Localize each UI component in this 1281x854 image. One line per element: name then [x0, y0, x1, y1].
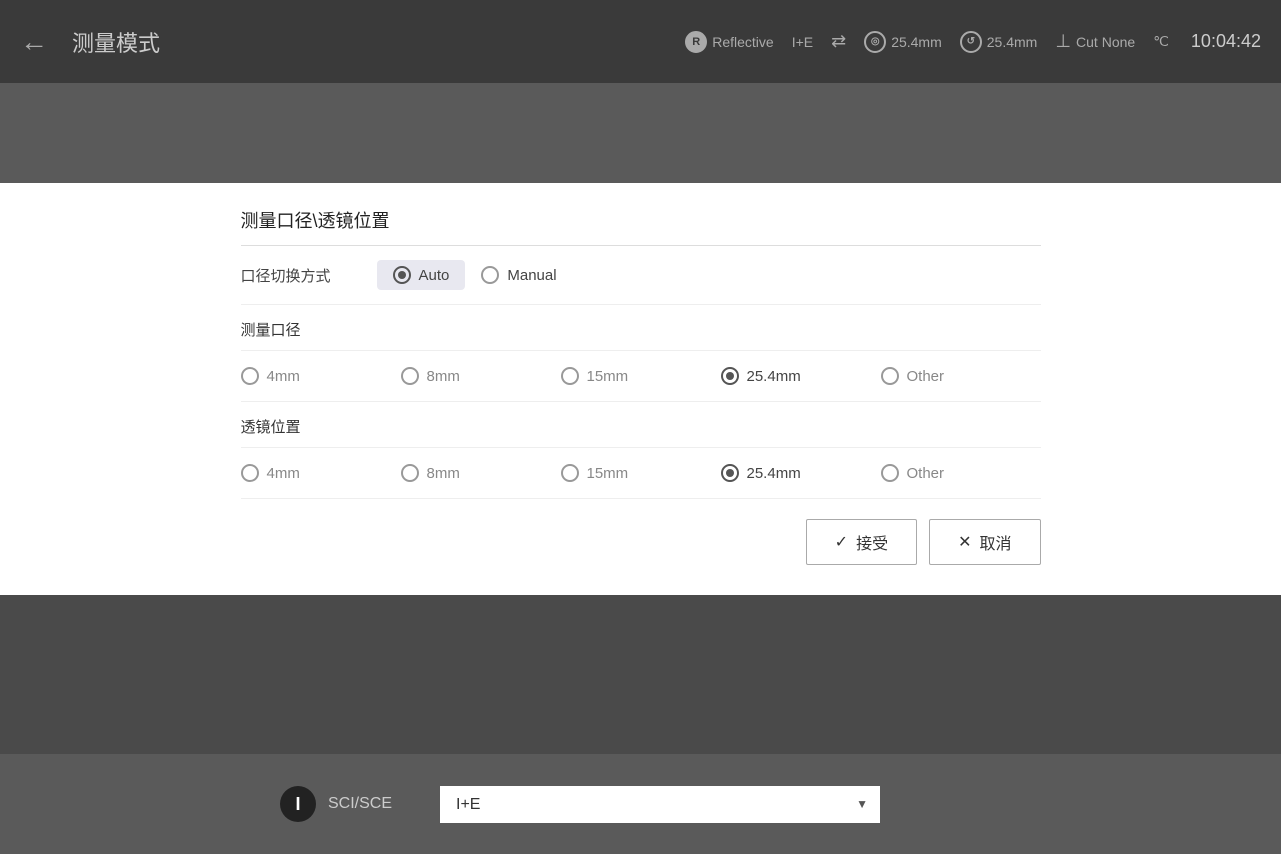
lens-4mm-radio[interactable]: [241, 464, 259, 482]
topbar: ← 测量模式 R Reflective I+E ⇄ ◎ 25.4mm ↺ 25.…: [0, 0, 1281, 83]
lens-4mm-option[interactable]: 4mm: [241, 464, 401, 482]
dialog-panel: 测量口径\透镜位置 口径切换方式 Auto Manual 测量口径 4mm: [241, 183, 1041, 595]
cancel-label: 取消: [979, 530, 1011, 554]
aperture-switch-group: Auto Manual: [377, 260, 573, 290]
lens-other-radio[interactable]: [881, 464, 899, 482]
reflective-label: Reflective: [712, 34, 773, 50]
reflective-icon: R: [685, 31, 707, 53]
middle-gray-area: [0, 83, 1281, 183]
aperture-8mm-radio[interactable]: [401, 367, 419, 385]
accept-button[interactable]: ✓ 接受: [806, 519, 917, 565]
cut-label: Cut None: [1076, 34, 1135, 50]
lens-other-option[interactable]: Other: [881, 464, 1041, 482]
accept-label: 接受: [856, 530, 888, 554]
cut-status: ⊥ Cut None: [1055, 31, 1135, 52]
auto-label: Auto: [419, 267, 450, 284]
auto-option[interactable]: Auto: [377, 260, 466, 290]
bottom-bar: I SCI/SCE I+E SCI SCE: [0, 754, 1281, 854]
aperture-4mm-radio[interactable]: [241, 367, 259, 385]
lens-25mm-option[interactable]: 25.4mm: [721, 464, 881, 482]
aperture-15mm-option[interactable]: 15mm: [561, 367, 721, 385]
lens-15mm-option[interactable]: 15mm: [561, 464, 721, 482]
aperture-15mm-radio[interactable]: [561, 367, 579, 385]
ie-dropdown-wrapper: I+E SCI SCE: [440, 786, 880, 823]
aperture-25mm-option[interactable]: 25.4mm: [721, 367, 881, 385]
aperture2-status: ↺ 25.4mm: [960, 31, 1038, 53]
aperture-4mm-option[interactable]: 4mm: [241, 367, 401, 385]
ie-status: I+E: [792, 34, 813, 50]
ie-dropdown[interactable]: I+E SCI SCE: [440, 786, 880, 823]
lens-8mm-option[interactable]: 8mm: [401, 464, 561, 482]
back-button[interactable]: ←: [20, 26, 48, 58]
aperture-other-radio[interactable]: [881, 367, 899, 385]
manual-label: Manual: [507, 267, 556, 284]
manual-option[interactable]: Manual: [465, 260, 572, 290]
action-row: ✓ 接受 ✕ 取消: [241, 499, 1041, 565]
aperture1-value: 25.4mm: [891, 34, 942, 50]
page-title: 测量模式: [72, 26, 160, 58]
aperture2-icon: ↺: [960, 31, 982, 53]
cancel-button[interactable]: ✕ 取消: [929, 519, 1040, 565]
lens-15mm-radio[interactable]: [561, 464, 579, 482]
aperture1-status: ◎ 25.4mm: [864, 31, 942, 53]
main-content: 测量口径\透镜位置 口径切换方式 Auto Manual 测量口径 4mm: [0, 183, 1281, 595]
aperture1-icon: ◎: [864, 31, 886, 53]
aperture-8mm-option[interactable]: 8mm: [401, 367, 561, 385]
usb-icon: ⇄: [831, 31, 846, 52]
aperture-other-option[interactable]: Other: [881, 367, 1041, 385]
auto-radio[interactable]: [393, 266, 411, 284]
clock-display: 10:04:42: [1191, 31, 1261, 52]
sci-icon: I: [280, 786, 316, 822]
checkmark-icon: ✓: [835, 532, 848, 552]
x-icon: ✕: [958, 532, 971, 552]
measurement-aperture-row: 4mm 8mm 15mm 25.4mm Other: [241, 351, 1041, 402]
lens-8mm-radio[interactable]: [401, 464, 419, 482]
lens-25mm-radio[interactable]: [721, 464, 739, 482]
ie-label: I+E: [792, 34, 813, 50]
temp-icon: ℃: [1153, 33, 1169, 50]
aperture2-value: 25.4mm: [987, 34, 1038, 50]
manual-radio[interactable]: [481, 266, 499, 284]
sci-label: SCI/SCE: [328, 795, 392, 813]
aperture-25mm-radio[interactable]: [721, 367, 739, 385]
status-group: R Reflective I+E ⇄ ◎ 25.4mm ↺ 25.4mm ⊥ C…: [685, 31, 1261, 53]
aperture-switch-label: 口径切换方式: [241, 265, 361, 286]
measurement-aperture-heading: 测量口径: [241, 305, 1041, 351]
reflective-status: R Reflective: [685, 31, 773, 53]
lens-position-row: 4mm 8mm 15mm 25.4mm Other: [241, 448, 1041, 499]
panel-title: 测量口径\透镜位置: [241, 207, 1041, 246]
sci-section: I SCI/SCE: [0, 786, 432, 822]
aperture-switch-row: 口径切换方式 Auto Manual: [241, 246, 1041, 305]
lens-position-heading: 透镜位置: [241, 402, 1041, 448]
dropdown-container: I+E SCI SCE: [440, 786, 880, 823]
